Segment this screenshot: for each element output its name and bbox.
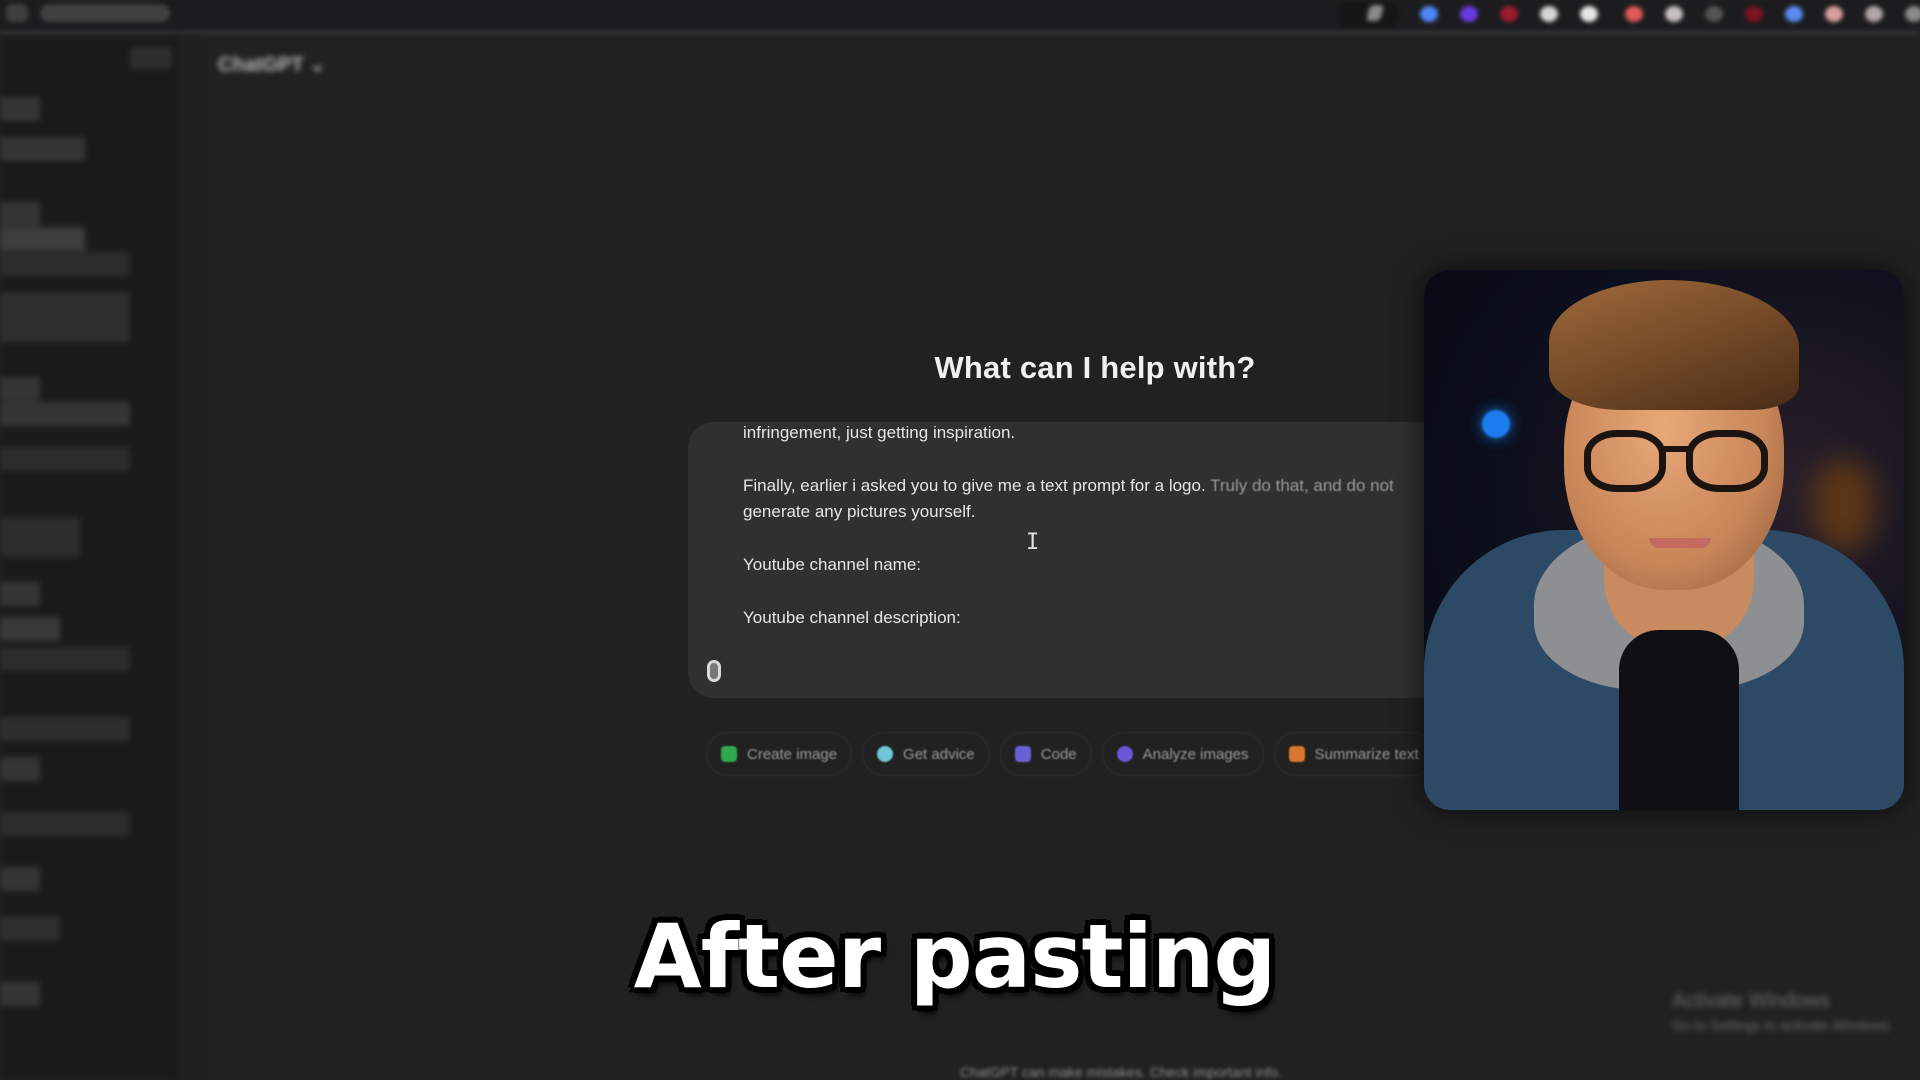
presenter-shirt xyxy=(1619,630,1739,810)
analyze-images-chip[interactable]: Analyze images xyxy=(1101,732,1264,776)
browser-toolbar xyxy=(0,0,1920,34)
gray-extension-icon[interactable] xyxy=(1705,6,1723,22)
composer-line: infringement, just getting inspiration. xyxy=(743,423,1016,442)
red-pink-extension-icon[interactable] xyxy=(1625,6,1643,22)
sidebar-item[interactable] xyxy=(0,252,130,276)
model-selector[interactable]: ChatGPT ⌄ xyxy=(218,52,326,77)
sidebar-item[interactable] xyxy=(0,202,40,226)
webcam-overlay xyxy=(1424,270,1904,810)
blue-extension-2-icon[interactable] xyxy=(1785,6,1803,22)
white-red-extension-icon[interactable] xyxy=(1665,6,1683,22)
watermark-title: Activate Windows xyxy=(1672,990,1830,1012)
sidebar-item[interactable] xyxy=(0,97,40,121)
chip-label: Summarize text xyxy=(1314,745,1419,763)
glasses-icon xyxy=(1584,430,1666,492)
blue-extension-icon[interactable] xyxy=(1420,6,1438,22)
code-chip[interactable]: Code xyxy=(999,732,1092,776)
sidebar-item[interactable] xyxy=(0,647,130,671)
graduation-cap-icon xyxy=(877,746,894,762)
profile-extension-icon[interactable] xyxy=(1865,6,1883,22)
back-button[interactable] xyxy=(6,4,28,22)
red-extension-icon[interactable] xyxy=(1500,6,1518,22)
paperclip-icon[interactable] xyxy=(707,660,721,682)
presenter-hair xyxy=(1549,280,1799,410)
document-icon xyxy=(1288,746,1305,762)
sidebar-item[interactable] xyxy=(0,292,130,342)
text-cursor-icon: I xyxy=(1026,530,1040,555)
sidebar-item[interactable] xyxy=(0,137,85,161)
suggestion-chips: Create image Get advice Code Analyze ima… xyxy=(706,732,1434,776)
sidebar-item[interactable] xyxy=(0,812,130,836)
white-extension-2-icon[interactable] xyxy=(1580,6,1598,22)
caption-text: After pasting xyxy=(633,905,1277,1008)
message-composer[interactable]: infringement, just getting inspiration. … xyxy=(688,422,1458,698)
address-bar[interactable] xyxy=(40,4,170,22)
activate-windows-watermark: Activate Windows Go to Settings to activ… xyxy=(1672,990,1893,1033)
chip-label: Create image xyxy=(747,745,838,763)
sidebar-item[interactable] xyxy=(0,757,40,781)
sidebar-item[interactable] xyxy=(0,582,40,606)
create-image-chip[interactable]: Create image xyxy=(706,732,853,776)
white-extension-icon[interactable] xyxy=(1540,6,1558,22)
composer-line: Finally, earlier i asked you to give me … xyxy=(743,476,1394,495)
bokeh-light xyxy=(1482,410,1510,438)
summarize-text-chip[interactable]: Summarize text xyxy=(1273,732,1434,776)
pink-extension-icon[interactable] xyxy=(1825,6,1843,22)
composer-text[interactable]: infringement, just getting inspiration. … xyxy=(743,422,1458,631)
bokeh-light xyxy=(1814,460,1874,550)
chip-label: Analyze images xyxy=(1142,745,1249,763)
glasses-bridge xyxy=(1664,446,1688,452)
disclaimer-text: ChatGPT can make mistakes. Check importa… xyxy=(960,1064,1282,1080)
chip-label: Code xyxy=(1040,745,1077,763)
composer-line: Youtube channel description: xyxy=(743,608,961,627)
sidebar-item[interactable] xyxy=(0,867,40,891)
code-icon xyxy=(1014,746,1031,762)
dark-red-extension-icon[interactable] xyxy=(1745,6,1763,22)
watermark-subtitle: Go to Settings to activate Windows. xyxy=(1672,1017,1893,1033)
chip-label: Get advice xyxy=(903,745,975,763)
sidebar-item[interactable] xyxy=(0,447,130,471)
purple-extension-icon[interactable] xyxy=(1460,6,1478,22)
get-advice-chip[interactable]: Get advice xyxy=(862,732,990,776)
composer-line: Youtube channel name: xyxy=(743,555,922,574)
sidebar-item[interactable] xyxy=(0,617,60,641)
video-caption: After pasting xyxy=(0,905,1920,1008)
sidebar-item[interactable] xyxy=(0,717,130,741)
glasses-icon xyxy=(1686,430,1768,492)
sidebar-toggle-button[interactable] xyxy=(130,47,172,69)
eye-icon xyxy=(1116,746,1133,762)
presenter-mouth xyxy=(1649,538,1711,548)
composer-line: generate any pictures yourself. xyxy=(743,502,976,521)
sidebar-item[interactable] xyxy=(0,402,130,426)
gray-extension-2-icon[interactable] xyxy=(1905,6,1920,22)
create-image-icon xyxy=(721,746,737,762)
sidebar-item[interactable] xyxy=(0,517,80,557)
sidebar-item[interactable] xyxy=(0,227,85,251)
